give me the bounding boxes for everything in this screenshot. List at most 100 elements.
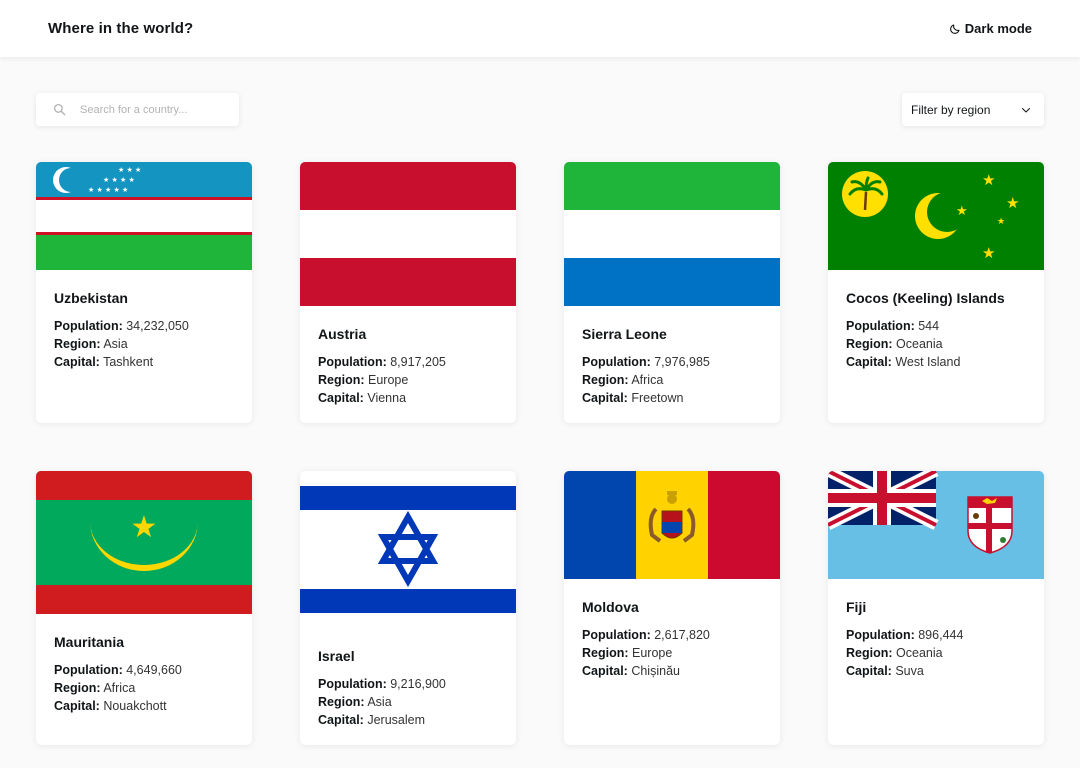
region-label: Region: bbox=[582, 373, 629, 387]
population-value: 896,444 bbox=[918, 628, 964, 642]
capital-label: Capital: bbox=[54, 699, 100, 713]
capital-label: Capital: bbox=[846, 664, 892, 678]
svg-text:★: ★ bbox=[982, 244, 995, 262]
dark-mode-label: Dark mode bbox=[964, 21, 1032, 36]
region-filter-select[interactable]: Filter by region bbox=[902, 93, 1044, 126]
svg-text:★ ★ ★ ★ ★: ★ ★ ★ ★ ★ bbox=[88, 186, 128, 194]
region-value: Asia bbox=[103, 337, 128, 351]
capital-value: West Island bbox=[895, 355, 961, 369]
capital-row: Capital: Tashkent bbox=[54, 353, 234, 371]
flag-image bbox=[300, 471, 516, 628]
svg-text:★: ★ bbox=[956, 204, 968, 219]
dark-mode-toggle[interactable]: Dark mode bbox=[949, 21, 1032, 36]
region-row: Region: Asia bbox=[54, 335, 234, 353]
capital-row: Capital: West Island bbox=[846, 353, 1026, 371]
population-row: Population: 8,917,205 bbox=[318, 353, 498, 371]
region-label: Region: bbox=[318, 695, 365, 709]
region-label: Region: bbox=[582, 646, 629, 660]
capital-value: Tashkent bbox=[103, 355, 154, 369]
population-value: 34,232,050 bbox=[126, 319, 189, 333]
region-value: Oceania bbox=[896, 646, 943, 660]
region-filter-label: Filter by region bbox=[911, 102, 991, 117]
capital-label: Capital: bbox=[54, 355, 100, 369]
region-value: Asia bbox=[367, 695, 392, 709]
svg-text:★: ★ bbox=[1006, 194, 1019, 212]
population-row: Population: 4,649,660 bbox=[54, 661, 234, 679]
region-value: Africa bbox=[103, 681, 136, 695]
population-row: Population: 544 bbox=[846, 317, 1026, 335]
country-name: Cocos (Keeling) Islands bbox=[846, 290, 1005, 306]
population-value: 4,649,660 bbox=[126, 663, 182, 677]
population-value: 544 bbox=[918, 319, 940, 333]
capital-row: Capital: Suva bbox=[846, 662, 1026, 680]
region-label: Region: bbox=[54, 681, 101, 695]
search-box[interactable] bbox=[36, 93, 239, 126]
population-value: 2,617,820 bbox=[654, 628, 710, 642]
chevron-down-icon bbox=[1022, 107, 1030, 112]
capital-row: Capital: Chișinău bbox=[582, 662, 762, 680]
capital-label: Capital: bbox=[318, 391, 364, 405]
svg-text:★: ★ bbox=[131, 510, 158, 545]
country-name: Sierra Leone bbox=[582, 326, 667, 342]
population-label: Population: bbox=[318, 677, 387, 691]
flag-image bbox=[300, 162, 516, 306]
country-name: Israel bbox=[318, 648, 355, 664]
region-label: Region: bbox=[318, 373, 365, 387]
country-card[interactable]: Israel Population: 9,216,900 Region: Asi… bbox=[300, 471, 516, 745]
flag-image bbox=[564, 471, 780, 579]
region-row: Region: Oceania bbox=[846, 335, 1026, 353]
country-card[interactable]: ★ Mauritania Population: 4,649,660 Regio… bbox=[36, 471, 252, 745]
region-value: Europe bbox=[632, 646, 673, 660]
country-name: Moldova bbox=[582, 599, 639, 615]
population-label: Population: bbox=[318, 355, 387, 369]
population-value: 7,976,985 bbox=[654, 355, 710, 369]
svg-text:★ ★ ★: ★ ★ ★ bbox=[118, 166, 141, 174]
population-row: Population: 2,617,820 bbox=[582, 626, 762, 644]
population-label: Population: bbox=[846, 628, 915, 642]
population-label: Population: bbox=[54, 663, 123, 677]
capital-row: Capital: Nouakchott bbox=[54, 697, 234, 715]
flag-image bbox=[828, 471, 1044, 579]
population-label: Population: bbox=[846, 319, 915, 333]
population-row: Population: 9,216,900 bbox=[318, 675, 498, 693]
country-name: Uzbekistan bbox=[54, 290, 128, 306]
population-row: Population: 7,976,985 bbox=[582, 353, 762, 371]
region-row: Region: Europe bbox=[318, 371, 498, 389]
country-name: Fiji bbox=[846, 599, 867, 615]
country-card[interactable]: Austria Population: 8,917,205 Region: Eu… bbox=[300, 162, 516, 423]
country-card[interactable]: Moldova Population: 2,617,820 Region: Eu… bbox=[564, 471, 780, 745]
country-card[interactable]: ★ ★ ★ ★ ★ ★ ★ ★ ★ ★ ★ ★ Uzbekistan Popul… bbox=[36, 162, 252, 423]
country-card[interactable]: Sierra Leone Population: 7,976,985 Regio… bbox=[564, 162, 780, 423]
app-header: Where in the world? Dark mode bbox=[0, 0, 1080, 57]
search-icon bbox=[53, 103, 66, 116]
population-label: Population: bbox=[582, 628, 651, 642]
flag-image: ★ ★ ★ ★ ★ bbox=[828, 162, 1044, 270]
population-label: Population: bbox=[54, 319, 123, 333]
capital-value: Jerusalem bbox=[367, 713, 425, 727]
country-card[interactable]: Fiji Population: 896,444 Region: Oceania… bbox=[828, 471, 1044, 745]
country-card[interactable]: ★ ★ ★ ★ ★ Cocos (Keeling) Islands Popula… bbox=[828, 162, 1044, 423]
capital-value: Chișinău bbox=[631, 664, 680, 678]
search-input[interactable] bbox=[80, 103, 230, 116]
capital-value: Suva bbox=[895, 664, 924, 678]
capital-label: Capital: bbox=[582, 391, 628, 405]
country-name: Mauritania bbox=[54, 634, 125, 650]
flag-image: ★ ★ ★ ★ ★ ★ ★ ★ ★ ★ ★ ★ bbox=[36, 162, 252, 270]
capital-value: Freetown bbox=[631, 391, 684, 405]
capital-label: Capital: bbox=[318, 713, 364, 727]
region-row: Region: Africa bbox=[582, 371, 762, 389]
region-row: Region: Asia bbox=[318, 693, 498, 711]
population-row: Population: 34,232,050 bbox=[54, 317, 234, 335]
region-label: Region: bbox=[54, 337, 101, 351]
capital-value: Nouakchott bbox=[103, 699, 167, 713]
capital-label: Capital: bbox=[846, 355, 892, 369]
svg-text:★: ★ bbox=[982, 171, 995, 189]
region-value: Europe bbox=[368, 373, 409, 387]
capital-value: Vienna bbox=[367, 391, 407, 405]
region-label: Region: bbox=[846, 646, 893, 660]
svg-text:★: ★ bbox=[997, 217, 1005, 227]
country-name: Austria bbox=[318, 326, 367, 342]
region-row: Region: Europe bbox=[582, 644, 762, 662]
capital-row: Capital: Jerusalem bbox=[318, 711, 498, 729]
population-row: Population: 896,444 bbox=[846, 626, 1026, 644]
